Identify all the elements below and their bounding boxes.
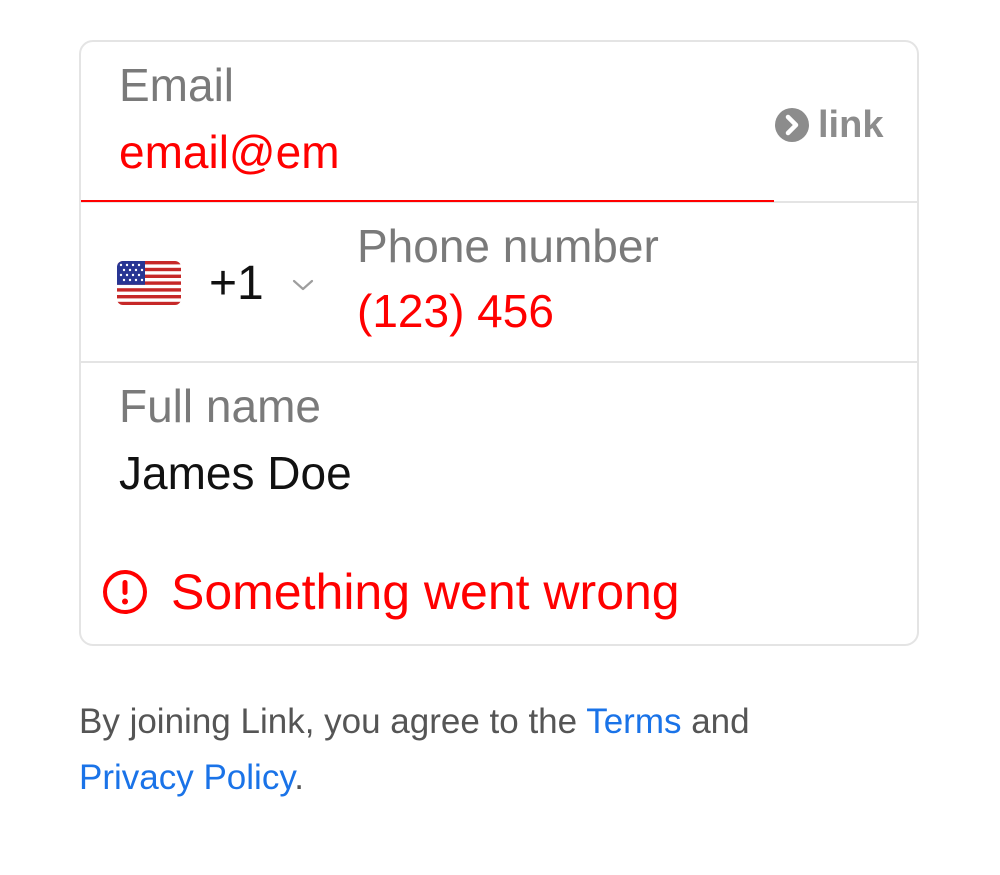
full-name-label: Full name	[119, 380, 321, 432]
full-name-field[interactable]	[119, 447, 859, 499]
link-logo: link	[774, 106, 883, 144]
phone-number-field[interactable]	[357, 285, 877, 337]
legal-and: and	[681, 702, 750, 741]
us-flag-icon	[117, 261, 181, 305]
error-message: Something went wrong	[101, 563, 680, 621]
phone-row: +1 Phone number	[81, 203, 917, 363]
name-row: Full name Something went wrong	[81, 363, 917, 644]
signup-form-card: Email link	[79, 40, 919, 646]
email-label: Email	[119, 59, 235, 111]
link-logo-text: link	[818, 104, 884, 146]
privacy-policy-link[interactable]: Privacy Policy	[79, 758, 294, 797]
chevron-circle-icon	[775, 108, 809, 142]
alert-circle-icon	[103, 570, 147, 614]
terms-link[interactable]: Terms	[586, 702, 681, 741]
country-code-select[interactable]: +1	[117, 243, 314, 323]
email-row[interactable]: Email link	[81, 42, 917, 203]
email-field[interactable]	[119, 126, 759, 178]
chevron-down-icon	[292, 279, 313, 291]
dial-code: +1	[209, 256, 264, 310]
error-text: Something went wrong	[171, 564, 680, 620]
legal-suffix: .	[294, 758, 304, 797]
email-error-underline	[81, 200, 774, 202]
phone-label: Phone number	[357, 220, 659, 272]
legal-prefix: By joining Link, you agree to the	[79, 702, 587, 741]
legal-text: By joining Link, you agree to the Terms …	[79, 694, 919, 806]
